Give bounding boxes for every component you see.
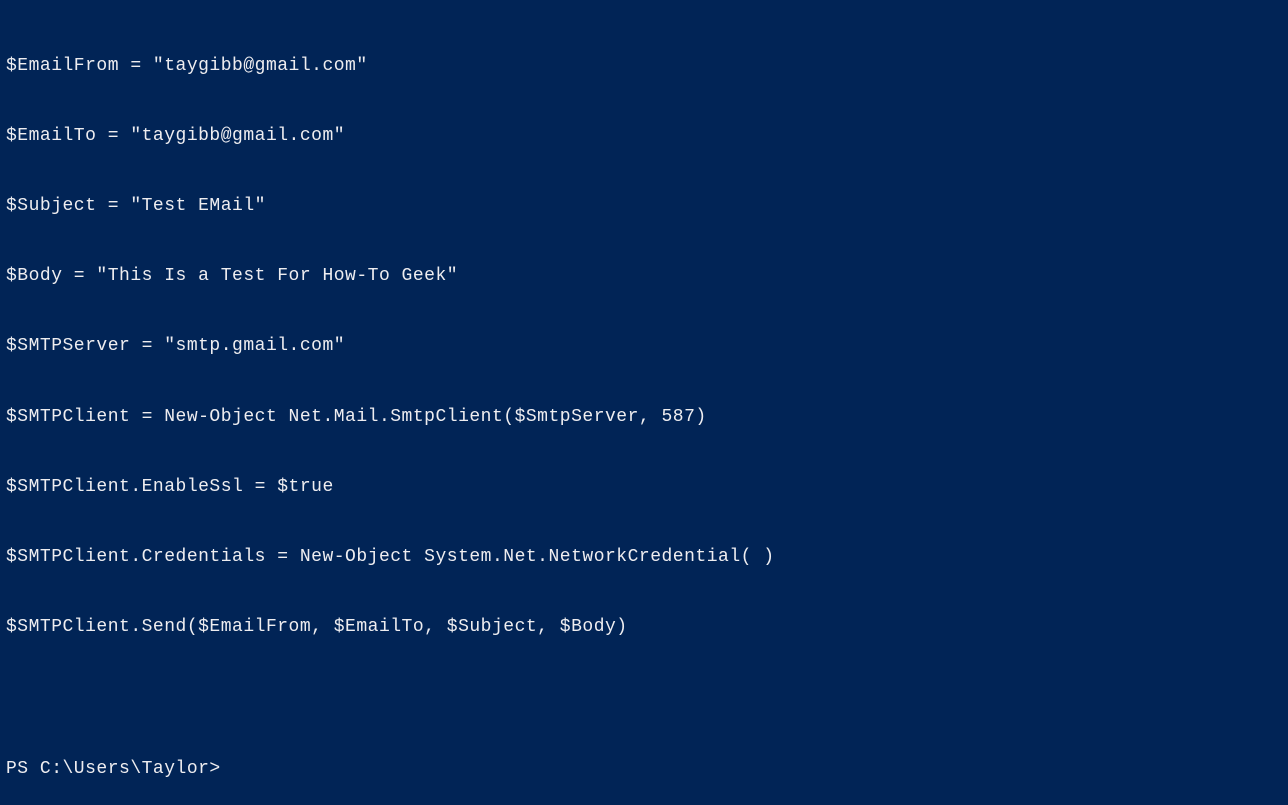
script-line: $SMTPClient.EnableSsl = $true — [6, 476, 1282, 499]
script-line: $Subject = "Test EMail" — [6, 195, 1282, 218]
script-line: $EmailTo = "taygibb@gmail.com" — [6, 125, 1282, 148]
script-line: $SMTPClient.Credentials = New-Object Sys… — [6, 546, 1282, 569]
script-line: $SMTPServer = "smtp.gmail.com" — [6, 335, 1282, 358]
script-line: $SMTPClient.Send($EmailFrom, $EmailTo, $… — [6, 616, 1282, 639]
script-line: $EmailFrom = "taygibb@gmail.com" — [6, 55, 1282, 78]
cursor — [221, 761, 231, 779]
script-line: $SMTPClient = New-Object Net.Mail.SmtpCl… — [6, 406, 1282, 429]
script-line: $Body = "This Is a Test For How-To Geek" — [6, 265, 1282, 288]
prompt-line: PS C:\Users\Taylor> — [6, 758, 1282, 781]
prompt-text: PS C:\Users\Taylor> — [6, 759, 221, 779]
terminal-output[interactable]: $EmailFrom = "taygibb@gmail.com" $EmailT… — [6, 8, 1282, 805]
